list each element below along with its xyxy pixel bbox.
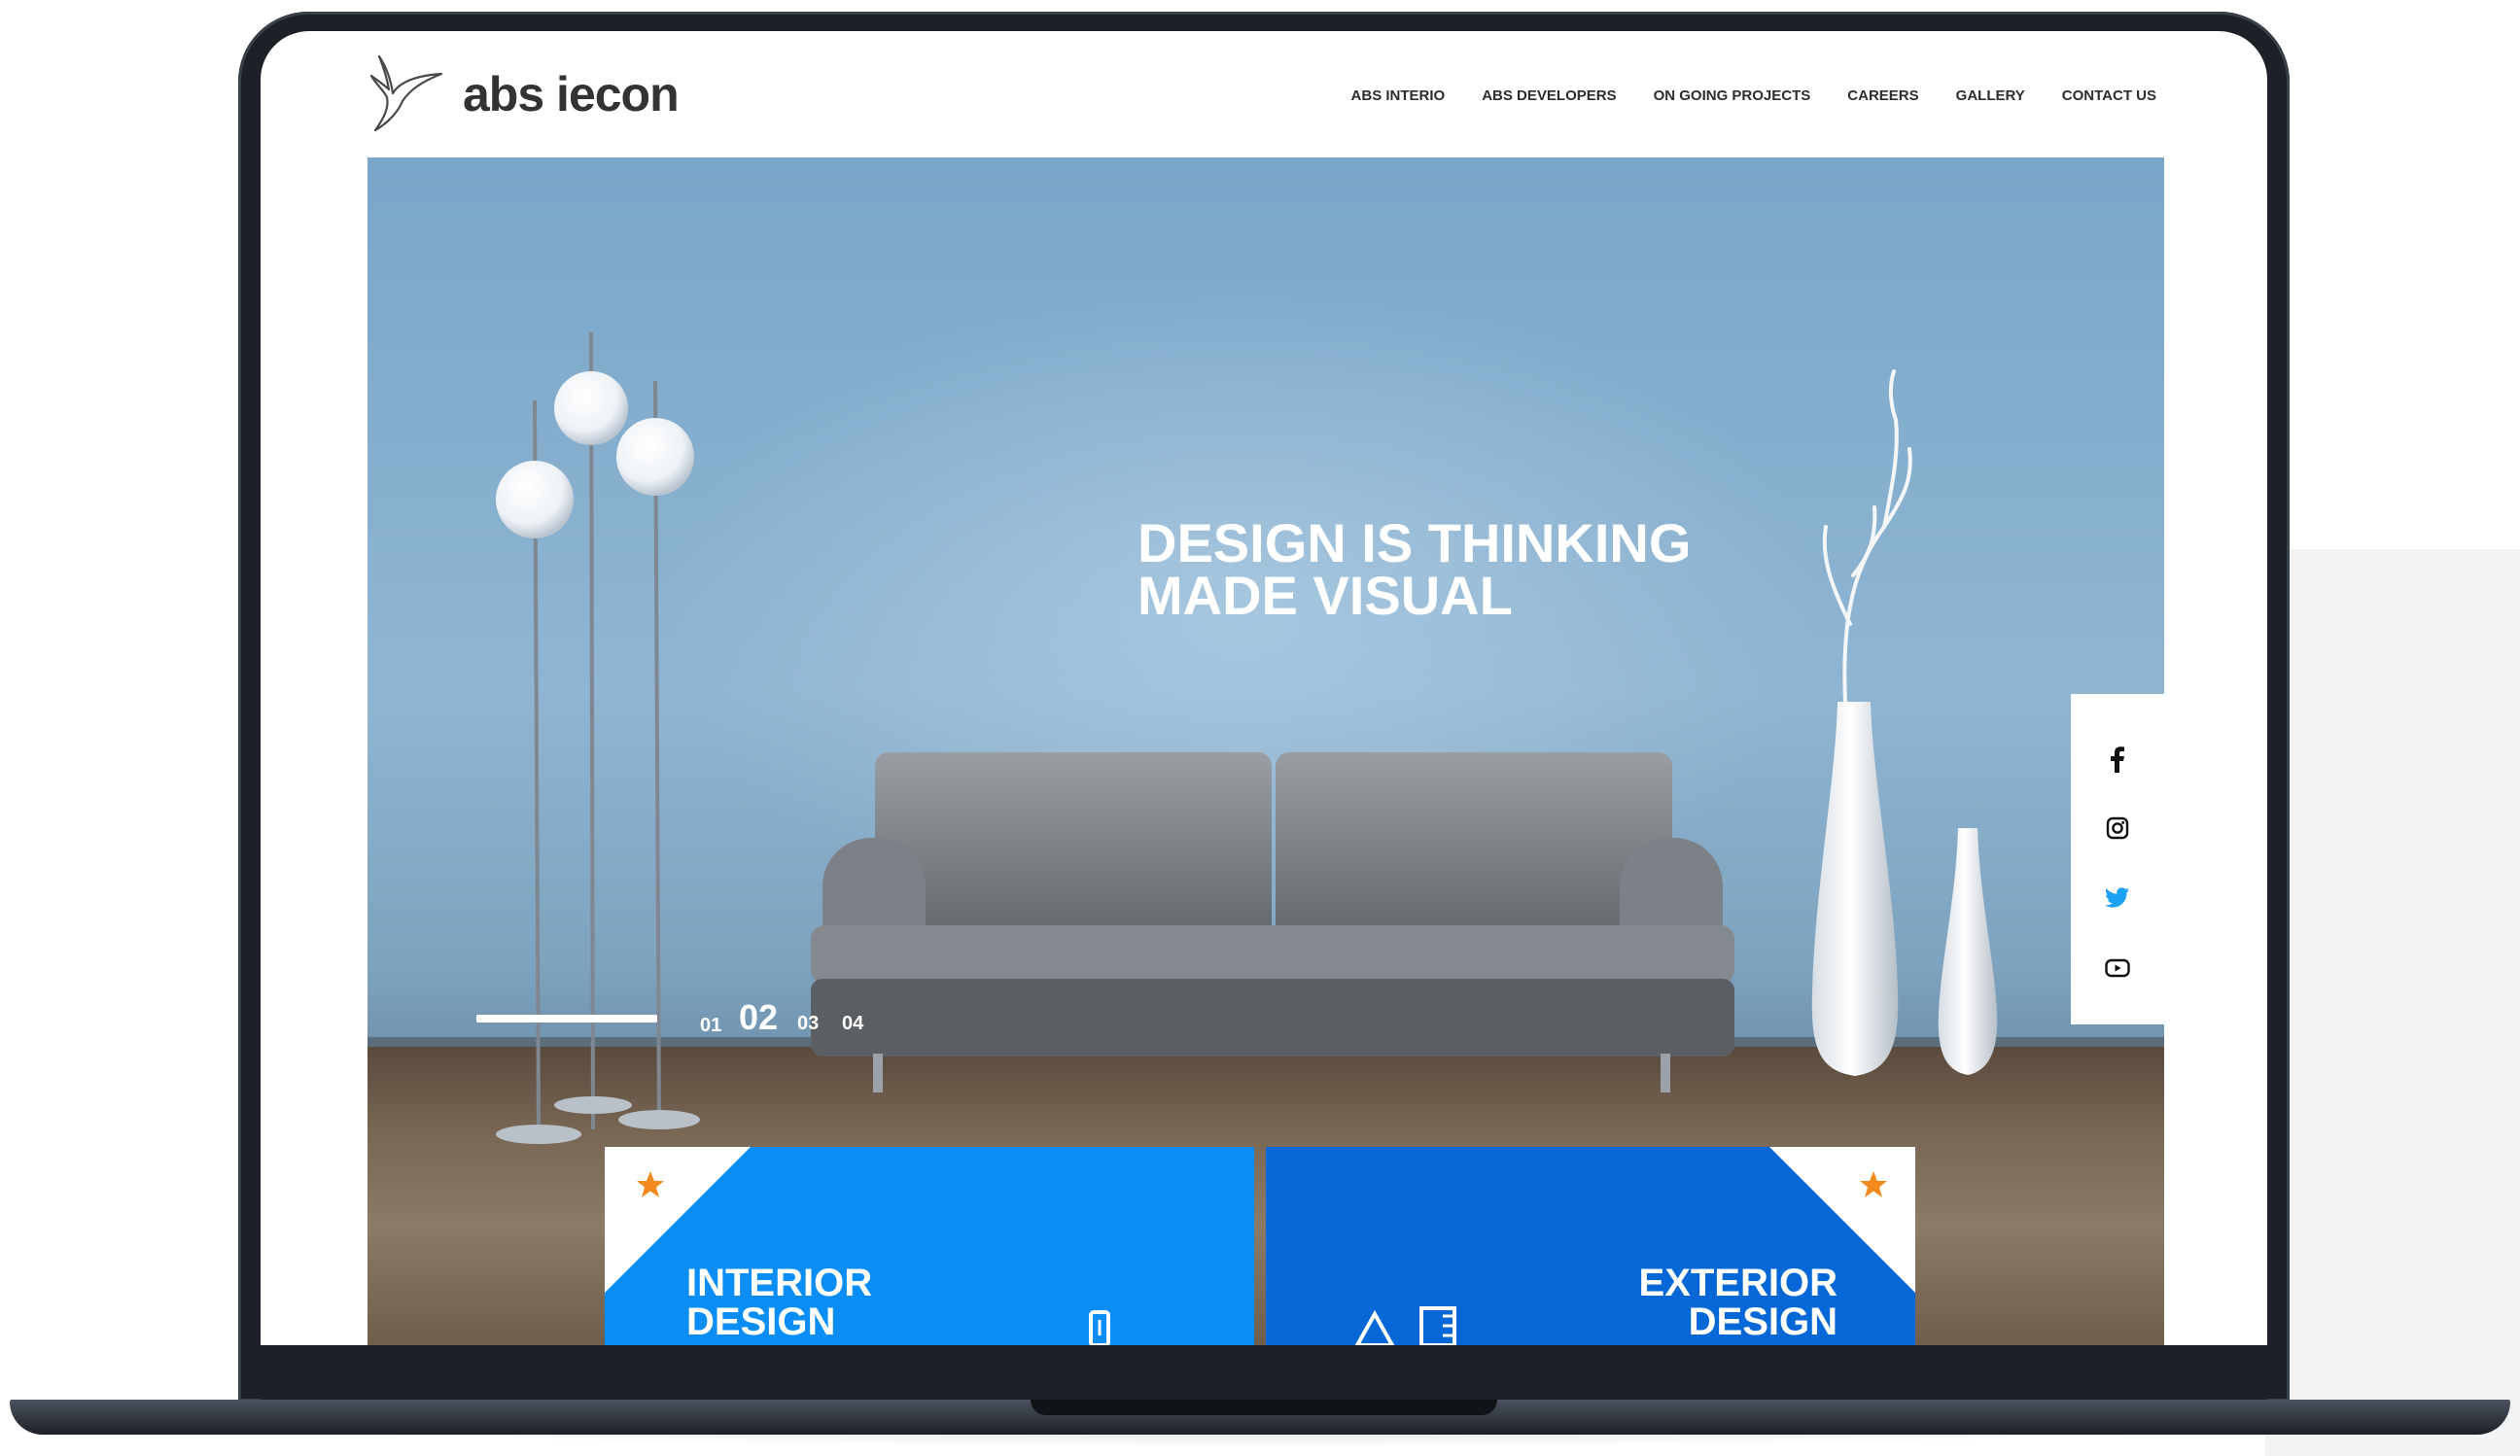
sofa [811, 752, 1734, 1092]
brand-name[interactable]: abs iecon [463, 66, 680, 122]
lamp-icon [1089, 1310, 1110, 1345]
nav-item-ongoing-projects[interactable]: ON GOING PROJECTS [1654, 87, 1811, 104]
hero-tagline: DESIGN IS THINKING MADE VISUAL [1138, 512, 1692, 626]
slide-indicator-03[interactable]: 03 [797, 1013, 819, 1035]
nav-item-abs-developers[interactable]: ABS DEVELOPERS [1482, 87, 1616, 104]
hero-slider: DESIGN IS THINKING MADE VISUAL 01 02 03 … [368, 157, 2164, 1345]
nav-item-gallery[interactable]: GALLERY [1956, 87, 2025, 104]
nav-item-careers[interactable]: CAREERS [1847, 87, 1918, 104]
slide-indicator-01[interactable]: 01 [700, 1015, 721, 1037]
background-panel [2265, 549, 2520, 1456]
interior-card-title: INTERIOR DESIGN [686, 1264, 872, 1341]
drafting-tools-icon [1354, 1306, 1456, 1345]
exterior-design-card[interactable]: EXTERIOR DESIGN [1266, 1147, 1915, 1345]
tagline-line-2: MADE VISUAL [1138, 565, 1513, 626]
short-vase [1938, 828, 1998, 1075]
slide-progress-bar [476, 1015, 657, 1023]
exterior-card-title: EXTERIOR DESIGN [1639, 1264, 1838, 1341]
interior-design-card[interactable]: INTERIOR DESIGN [605, 1147, 1254, 1345]
twitter-icon[interactable] [2071, 869, 2164, 927]
youtube-icon[interactable] [2071, 939, 2164, 997]
interior-title-line-2: DESIGN [686, 1300, 836, 1343]
nav-item-contact-us[interactable]: CONTACT US [2062, 87, 2156, 104]
exterior-title-line-2: DESIGN [1688, 1300, 1838, 1343]
screen-bezel-bottom [261, 1345, 2267, 1400]
tagline-line-1: DESIGN IS THINKING [1138, 512, 1692, 573]
facebook-icon[interactable] [2071, 731, 2164, 789]
exterior-title-line-1: EXTERIOR [1638, 1262, 1838, 1304]
slide-indicator-02-active[interactable]: 02 [739, 997, 778, 1038]
nav-item-abs-interio[interactable]: ABS INTERIO [1351, 87, 1446, 104]
main-nav: ABS INTERIO ABS DEVELOPERS ON GOING PROJ… [1351, 87, 2156, 104]
social-sidebar [2071, 694, 2164, 1024]
star-icon [1860, 1171, 1887, 1197]
branches [1822, 369, 1912, 704]
instagram-icon[interactable] [2071, 799, 2164, 857]
laptop-hinge-notch [1031, 1400, 1497, 1415]
tall-vase [1811, 702, 1899, 1076]
star-icon [637, 1171, 664, 1197]
hummingbird-logo-icon[interactable] [369, 54, 443, 132]
interior-title-line-1: INTERIOR [686, 1262, 873, 1304]
laptop-screen: abs iecon ABS INTERIO ABS DEVELOPERS ON … [261, 31, 2267, 1345]
slide-indicator-04[interactable]: 04 [842, 1013, 863, 1035]
